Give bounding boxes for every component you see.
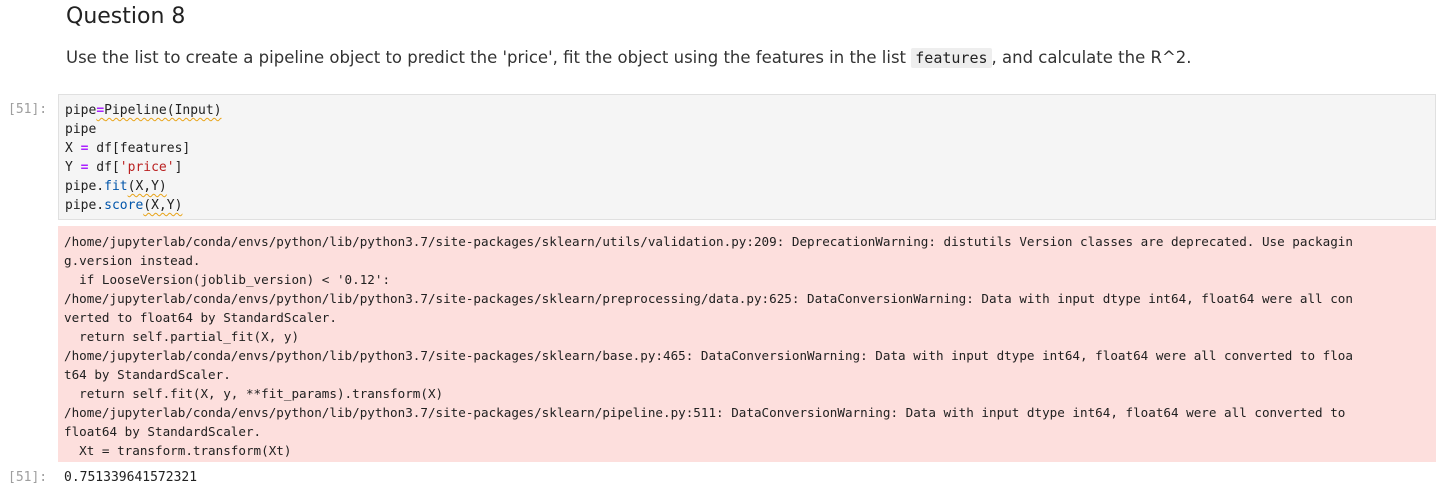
string-token: 'price' xyxy=(119,160,175,175)
code-token: pipe. xyxy=(65,179,105,194)
code-token: Y xyxy=(65,160,81,175)
code-token: ] xyxy=(174,160,183,175)
code-line-1: pipe=Pipeline(Input) xyxy=(65,101,1429,120)
result-value: 0.751339641572321 xyxy=(64,470,198,485)
code-token: pipe. xyxy=(65,198,105,213)
question-heading: Question 8 xyxy=(66,4,186,29)
code-token: Pipeline(Input) xyxy=(104,103,222,118)
code-token: X xyxy=(65,141,81,156)
stderr-line: if LooseVersion(joblib_version) < '0.12'… xyxy=(64,272,391,287)
stderr-output: /home/jupyterlab/conda/envs/python/lib/p… xyxy=(58,226,1436,462)
desc-text-after: , and calculate the R^2. xyxy=(991,48,1192,67)
stderr-line: verted to float64 by StandardScaler. xyxy=(64,310,337,325)
code-line-5: pipe.fit(X,Y) xyxy=(65,177,1429,196)
stderr-line: Xt = transform.transform(Xt) xyxy=(64,443,292,458)
question-description: Use the list to create a pipeline object… xyxy=(66,46,1192,70)
code-editor[interactable]: pipe=Pipeline(Input) pipe X = df[feature… xyxy=(58,94,1436,220)
stderr-line: /home/jupyterlab/conda/envs/python/lib/p… xyxy=(64,348,1353,363)
stderr-line: t64 by StandardScaler. xyxy=(64,367,231,382)
stderr-line: return self.partial_fit(X, y) xyxy=(64,329,300,344)
desc-text-before: Use the list to create a pipeline object… xyxy=(66,48,912,67)
code-token: pipe xyxy=(65,122,97,137)
code-token: df[ xyxy=(88,160,120,175)
stderr-line: float64 by StandardScaler. xyxy=(64,424,262,439)
code-token: (X,Y) xyxy=(127,179,167,194)
code-line-3: X = df[features] xyxy=(65,139,1429,158)
attribute-token: score xyxy=(104,198,144,213)
stderr-line: g.version instead. xyxy=(64,253,201,268)
code-line-4: Y = df['price'] xyxy=(65,158,1429,177)
stderr-line: /home/jupyterlab/conda/envs/python/lib/p… xyxy=(64,405,1346,420)
operator-token: = xyxy=(96,103,105,118)
markdown-cell[interactable]: Question 8 Use the list to create a pipe… xyxy=(66,0,1436,68)
stderr-line: /home/jupyterlab/conda/envs/python/lib/p… xyxy=(64,291,1353,306)
output-prompt: [51]: xyxy=(8,470,48,485)
code-token: (X,Y) xyxy=(143,198,183,213)
stderr-line: return self.fit(X, y, **fit_params).tran… xyxy=(64,386,444,401)
code-line-6: pipe.score(X,Y) xyxy=(65,196,1429,215)
attribute-token: fit xyxy=(104,179,128,194)
input-prompt: [51]: xyxy=(8,102,48,117)
features-inline-code: features xyxy=(911,48,992,68)
code-token: pipe xyxy=(65,103,97,118)
code-token: df[features] xyxy=(88,141,191,156)
stderr-line: /home/jupyterlab/conda/envs/python/lib/p… xyxy=(64,234,1353,249)
code-line-2: pipe xyxy=(65,120,1429,139)
